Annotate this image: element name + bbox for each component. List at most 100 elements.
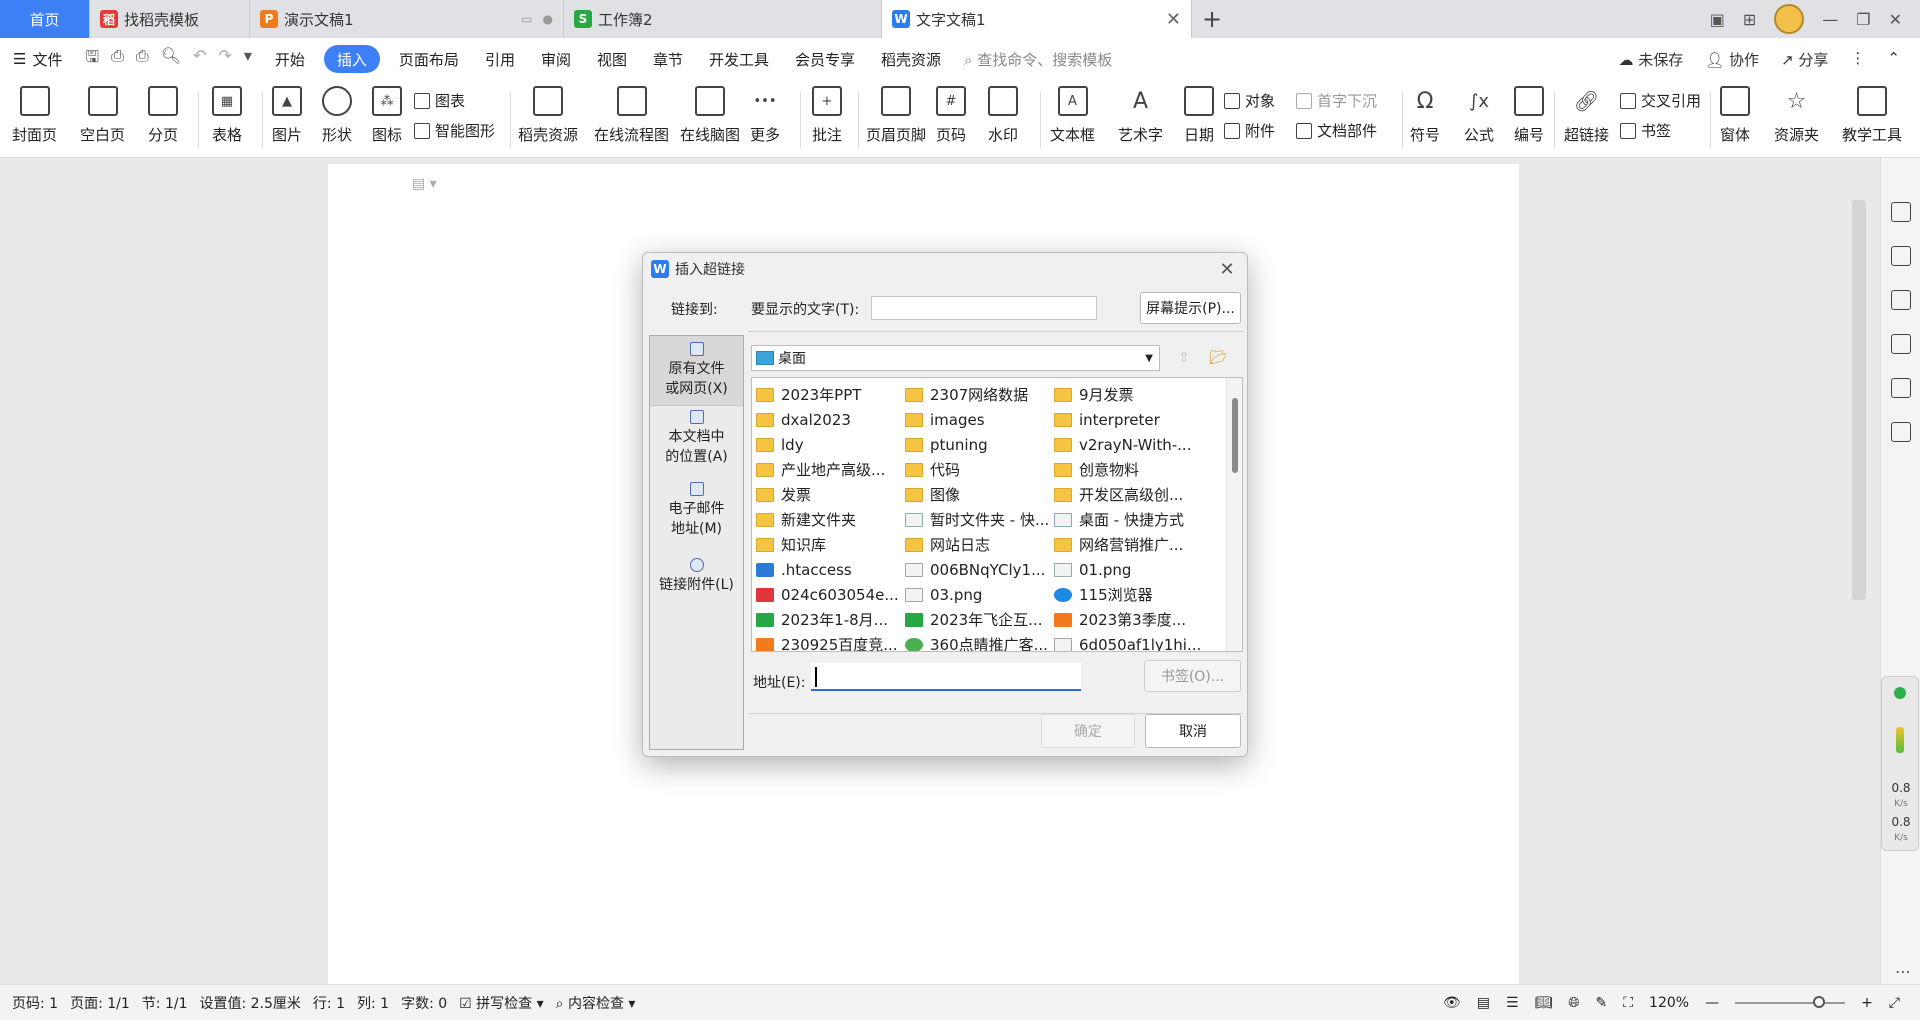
file-item[interactable]: 图像	[905, 482, 1054, 507]
existing-file-option[interactable]: 原有文件 或网页(X)	[650, 336, 743, 406]
more-icon[interactable]: ⋮	[1850, 49, 1865, 70]
file-item[interactable]: 产业地产高级...	[756, 457, 905, 482]
zoom-level[interactable]: 120%	[1649, 995, 1689, 1011]
file-item[interactable]: .htaccess	[756, 557, 905, 582]
adjust-icon[interactable]	[1891, 290, 1911, 310]
save-icon[interactable]: 🖫	[85, 46, 99, 73]
status-col[interactable]: 列: 1	[357, 993, 389, 1013]
tab-home[interactable]: 首页	[0, 0, 90, 38]
file-item[interactable]: 024c603054e...	[756, 582, 905, 607]
file-item[interactable]: 网站日志	[905, 532, 1054, 557]
file-item[interactable]: 230925百度竞...	[756, 632, 905, 651]
expand-icon[interactable]: ⤢	[1889, 995, 1900, 1011]
bookmark-button[interactable]: 书签(O)...	[1144, 660, 1241, 692]
dropcap-button[interactable]: 首字下沉	[1296, 90, 1377, 111]
screen-tip-button[interactable]: 屏幕提示(P)...	[1140, 292, 1241, 324]
page-break-button[interactable]: 分页	[148, 86, 178, 145]
object-button[interactable]: 对象	[1224, 90, 1275, 111]
file-item[interactable]: 网络营销推广...	[1054, 532, 1203, 557]
attachment-option[interactable]: 链接附件(L)	[650, 558, 743, 602]
file-menu[interactable]: ☰ 文件	[0, 45, 75, 73]
date-button[interactable]: 日期	[1184, 86, 1214, 145]
paste-options-icon[interactable]: ▤ ▾	[412, 176, 437, 192]
cross-ref-button[interactable]: 交叉引用	[1620, 90, 1701, 111]
flowchart-button[interactable]: 在线流程图	[594, 86, 669, 145]
status-words[interactable]: 字数: 0	[401, 993, 447, 1013]
watermark-button[interactable]: 水印	[988, 86, 1018, 145]
more-sidebar-icon[interactable]: ⋯	[1895, 962, 1911, 981]
file-list-scroll-thumb[interactable]	[1232, 398, 1238, 473]
zoom-in-icon[interactable]: +	[1861, 995, 1873, 1011]
backup-icon[interactable]	[1891, 378, 1911, 398]
page-number-button[interactable]: # 页码	[936, 86, 966, 145]
form-button[interactable]: 窗体	[1720, 86, 1750, 145]
cancel-button[interactable]: 取消	[1145, 714, 1241, 748]
chart-button[interactable]: 图表	[414, 90, 465, 111]
bookmark-button[interactable]: 书签	[1620, 120, 1671, 141]
file-list[interactable]: 2023年PPT 2307网络数据 9月发票 dxal2023 images interp…	[751, 377, 1243, 652]
hyperlink-button[interactable]: 🔗︎ 超链接	[1564, 86, 1609, 145]
scroll-thumb[interactable]	[1852, 200, 1866, 600]
eye-icon[interactable]: 👁︎	[1443, 995, 1461, 1011]
picture-button[interactable]: ▲ 图片	[272, 86, 302, 145]
file-item[interactable]: dxal2023	[756, 407, 905, 432]
page-view-icon[interactable]: ▤	[1477, 995, 1490, 1011]
dot-icon[interactable]: ●	[543, 12, 553, 26]
preview-icon[interactable]: 🔍︎	[161, 46, 181, 73]
minimize-icon[interactable]: —	[1822, 10, 1838, 29]
layout-icon[interactable]: ▣	[1710, 10, 1725, 29]
attachment-button[interactable]: 附件	[1224, 120, 1275, 141]
file-item[interactable]: 115浏览器	[1054, 582, 1203, 607]
avatar[interactable]	[1774, 4, 1805, 34]
address-input[interactable]	[811, 663, 1081, 691]
file-item[interactable]: 开发区高级创...	[1054, 482, 1203, 507]
file-item[interactable]: 2023年飞企互...	[905, 607, 1054, 632]
mindmap-button[interactable]: 在线脑图	[680, 86, 740, 145]
status-setting[interactable]: 设置值: 2.5厘米	[199, 993, 300, 1013]
up-folder-icon[interactable]: ⇧	[1171, 345, 1197, 371]
review-icon[interactable]	[1891, 422, 1911, 442]
file-item[interactable]: 2023年1-8月...	[756, 607, 905, 632]
collapse-icon[interactable]: ⌃	[1887, 49, 1900, 70]
spell-check-button[interactable]: ☑ 拼写检查 ▾	[459, 993, 544, 1013]
file-item[interactable]: images	[905, 407, 1054, 432]
reading-view-icon[interactable]: 📖︎	[1535, 995, 1553, 1011]
file-item[interactable]: 2023第3季度...	[1054, 607, 1203, 632]
print-icon[interactable]: ⎙	[136, 46, 149, 73]
status-pages[interactable]: 页面: 1/1	[70, 993, 130, 1013]
tab-docer-templates[interactable]: 稻 找稻壳模板	[90, 0, 250, 38]
select-icon[interactable]	[1891, 246, 1911, 266]
textbox-button[interactable]: A 文本框	[1050, 86, 1095, 145]
file-item[interactable]: 桌面 - 快捷方式	[1054, 507, 1203, 532]
close-tab-icon[interactable]: ✕	[1166, 9, 1181, 30]
status-section[interactable]: 节: 1/1	[142, 993, 188, 1013]
smartart-button[interactable]: 智能图形	[414, 120, 495, 141]
cover-page-button[interactable]: 封面页	[12, 86, 57, 145]
export-pdf-icon[interactable]: ⎙	[111, 46, 124, 73]
numbering-button[interactable]: 编号	[1514, 86, 1544, 145]
redo-icon[interactable]: ↷	[218, 46, 231, 73]
zoom-knob[interactable]	[1813, 995, 1826, 1008]
resource-folder-button[interactable]: ☆ 资源夹	[1774, 86, 1819, 145]
email-option[interactable]: 电子邮件 地址(M)	[650, 482, 743, 544]
file-item[interactable]: 发票	[756, 482, 905, 507]
wordart-button[interactable]: A 艺术字	[1118, 86, 1163, 145]
table-button[interactable]: ▦ 表格	[212, 86, 242, 145]
docer-resource-button[interactable]: 稻壳资源	[518, 86, 578, 145]
file-item[interactable]: 代码	[905, 457, 1054, 482]
status-page[interactable]: 页码: 1	[12, 993, 58, 1013]
undo-icon[interactable]: ↶	[193, 46, 206, 73]
file-item[interactable]: 2307网络数据	[905, 382, 1054, 407]
browse-folder-icon[interactable]: 📂︎	[1205, 345, 1231, 371]
monitor-icon[interactable]: ▭	[521, 12, 532, 26]
file-item[interactable]: ptuning	[905, 432, 1054, 457]
symbol-button[interactable]: Ω 符号	[1410, 86, 1440, 145]
file-item[interactable]: interpreter	[1054, 407, 1203, 432]
file-list-scrollbar[interactable]	[1226, 378, 1242, 651]
pen-mode-icon[interactable]: ✎	[1595, 995, 1607, 1011]
file-item[interactable]: 6d050af1ly1hi...	[1054, 632, 1203, 651]
tab-presentation[interactable]: P 演示文稿1 ▭ ●	[250, 0, 564, 38]
share-button[interactable]: ↗ 分享	[1781, 49, 1828, 70]
command-search[interactable]: ⌕ 查找命令、搜索模板	[964, 49, 1112, 70]
customize-icon[interactable]: ▾	[244, 46, 252, 73]
